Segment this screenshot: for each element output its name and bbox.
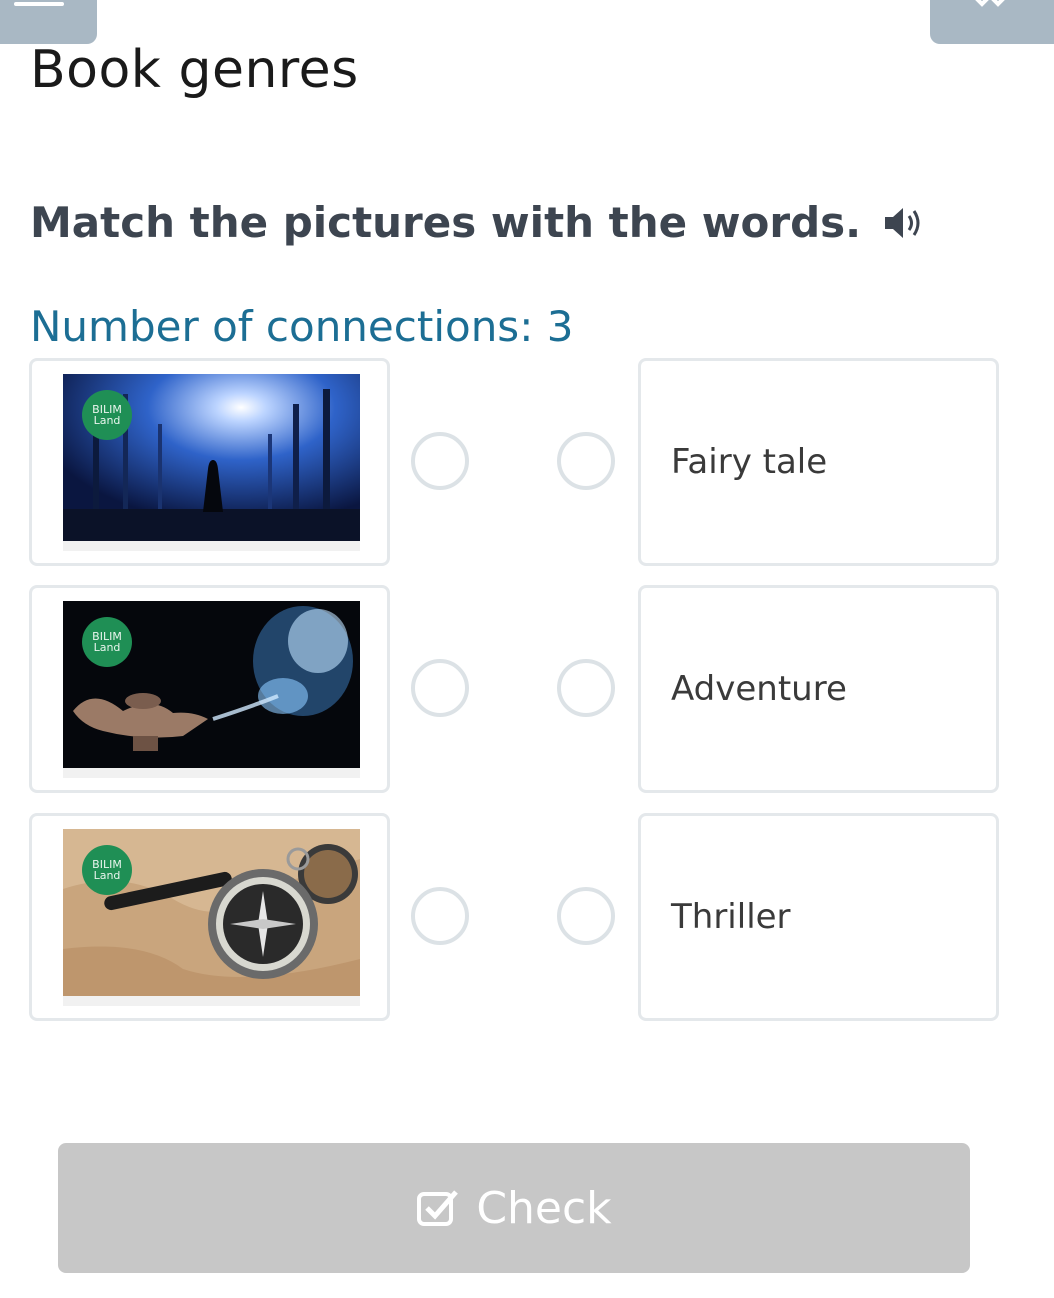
chevron-down-icon bbox=[975, 0, 1005, 7]
word-label: Adventure bbox=[671, 669, 847, 709]
bilimland-badge: BILIM Land bbox=[82, 390, 132, 440]
word-label: Fairy tale bbox=[671, 442, 828, 482]
word-card-3[interactable]: Thriller bbox=[638, 813, 999, 1021]
word-connector-3[interactable] bbox=[557, 887, 615, 945]
check-button-label: Check bbox=[476, 1182, 612, 1234]
page-title: Book genres bbox=[30, 40, 359, 100]
top-right-tab[interactable] bbox=[930, 0, 1054, 44]
menu-icon bbox=[14, 2, 64, 6]
word-connector-1[interactable] bbox=[557, 432, 615, 490]
instruction-text: Match the pictures with the words. bbox=[30, 198, 862, 247]
forest-night-picture: BILIM Land bbox=[63, 374, 360, 541]
picture-card-1[interactable]: BILIM Land bbox=[29, 358, 390, 566]
connections-count: Number of connections: 3 bbox=[30, 302, 574, 351]
word-card-2[interactable]: Adventure bbox=[638, 585, 999, 793]
picture-connector-2[interactable] bbox=[411, 659, 469, 717]
compass-map-picture: BILIM Land bbox=[63, 829, 360, 996]
magic-lamp-picture: BILIM Land bbox=[63, 601, 360, 768]
bilimland-badge: BILIM Land bbox=[82, 845, 132, 895]
picture-connector-1[interactable] bbox=[411, 432, 469, 490]
speaker-icon[interactable] bbox=[883, 205, 925, 241]
word-card-1[interactable]: Fairy tale bbox=[638, 358, 999, 566]
bilimland-badge: BILIM Land bbox=[82, 617, 132, 667]
picture-connector-3[interactable] bbox=[411, 887, 469, 945]
picture-card-3[interactable]: BILIM Land bbox=[29, 813, 390, 1021]
check-button[interactable]: Check bbox=[58, 1143, 970, 1273]
word-label: Thriller bbox=[671, 897, 791, 937]
word-connector-2[interactable] bbox=[557, 659, 615, 717]
picture-card-2[interactable]: BILIM Land bbox=[29, 585, 390, 793]
checkbox-icon bbox=[417, 1190, 459, 1226]
instruction: Match the pictures with the words. bbox=[30, 198, 925, 247]
top-left-tab[interactable] bbox=[0, 0, 97, 44]
